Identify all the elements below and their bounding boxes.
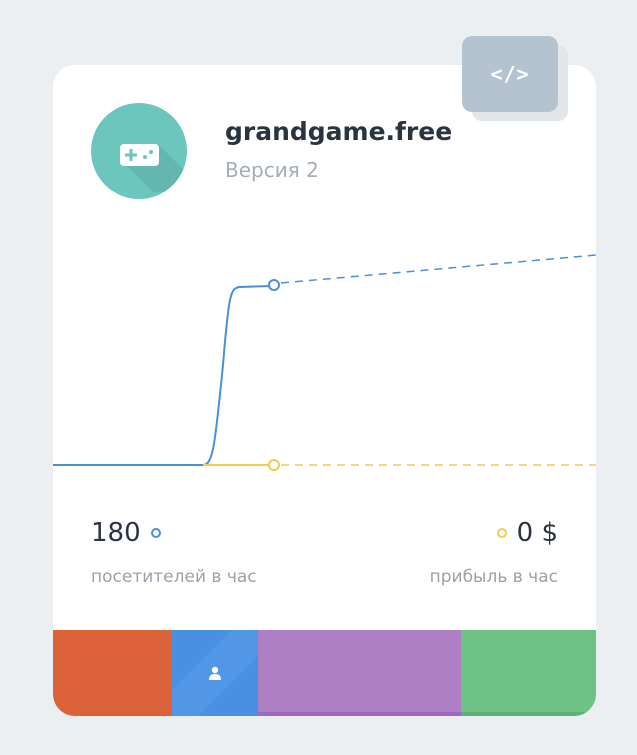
action-green-button[interactable]	[461, 630, 596, 716]
visitors-dot-icon	[150, 528, 161, 538]
action-purple-button[interactable]	[258, 630, 461, 716]
visitors-stat: 180	[91, 518, 161, 548]
profit-dot-icon	[496, 528, 507, 538]
profit-point	[268, 459, 280, 471]
version-label: Версия 2	[225, 158, 319, 182]
action-bar	[53, 630, 596, 716]
site-title[interactable]: grandgame.free	[225, 117, 452, 146]
users-button[interactable]	[172, 630, 258, 716]
profit-label: прибыль в час	[429, 567, 558, 587]
gamepad-icon	[120, 144, 187, 192]
site-card: grandgame.free Версия 2 180 посетителей …	[53, 65, 596, 716]
visitors-line	[53, 285, 274, 466]
visitors-forecast-line	[280, 254, 596, 284]
traffic-chart	[53, 254, 596, 471]
embed-code-button[interactable]: </>	[462, 36, 558, 112]
visitors-point	[268, 279, 280, 291]
visitors-label: посетителей в час	[91, 567, 257, 587]
action-orange-button[interactable]	[53, 630, 172, 716]
user-icon	[209, 666, 221, 680]
gamepad-avatar	[91, 103, 187, 199]
profit-stat: 0 $	[496, 518, 558, 548]
code-icon: </>	[490, 62, 530, 86]
profit-value: 0 $	[516, 518, 558, 548]
visitors-value: 180	[91, 518, 141, 548]
